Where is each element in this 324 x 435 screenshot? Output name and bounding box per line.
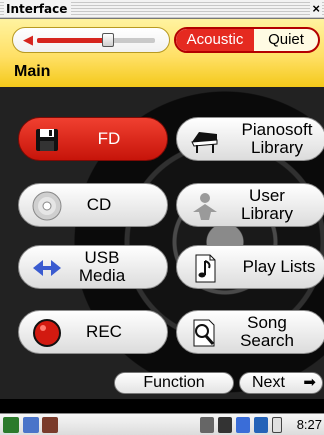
grand-piano-icon [191, 132, 218, 153]
network-icon[interactable] [200, 417, 214, 433]
taskbar: 8:27 [0, 413, 324, 435]
main-panel: FD Pianosoft Library CD User Library USB… [0, 87, 324, 399]
sd-tray-icon[interactable] [254, 417, 268, 433]
app-icon-1[interactable] [23, 417, 39, 433]
mode-quiet-button[interactable]: Quiet [254, 29, 318, 51]
cd-icon [32, 191, 62, 221]
speaker-tray-icon[interactable] [218, 417, 232, 433]
mode-acoustic-button[interactable]: Acoustic [176, 29, 254, 51]
song-label-line2: Search [240, 331, 294, 350]
volume-slider[interactable]: ◀ [12, 27, 170, 53]
title-bar: Interface × [0, 0, 324, 19]
volume-knob[interactable] [101, 33, 114, 47]
user-label-line2: Library [241, 204, 293, 223]
start-icon[interactable] [3, 417, 19, 433]
fd-label: FD [97, 129, 121, 148]
usb-media-button[interactable]: USB Media [18, 245, 168, 289]
magnifier-music-icon [193, 319, 215, 347]
function-label: Function [143, 374, 205, 391]
usb-label-line1: USB [84, 248, 120, 267]
header: ◀ Acoustic Quiet Main [0, 19, 324, 87]
floppy-disk-icon [36, 129, 58, 151]
window-title: Interface [4, 2, 72, 16]
keyboard-tray-icon[interactable] [236, 417, 250, 433]
close-icon[interactable]: × [310, 1, 322, 16]
function-button[interactable]: Function [114, 372, 234, 394]
speaker-icon: ◀ [23, 32, 33, 47]
clock: 8:27 [296, 417, 322, 432]
rec-button[interactable]: REC [18, 310, 168, 354]
volume-track[interactable] [37, 33, 155, 47]
record-icon [33, 319, 61, 347]
pianosoft-library-button[interactable]: Pianosoft Library [176, 117, 324, 161]
song-search-button[interactable]: Song Search [176, 310, 324, 354]
user-label-line1: User [249, 186, 285, 205]
app-icon-2[interactable] [42, 417, 58, 433]
next-label: Next [252, 374, 285, 391]
user-library-button[interactable]: User Library [176, 183, 324, 227]
playlists-label: Play Lists [242, 257, 316, 276]
volume-fill [37, 38, 108, 43]
cd-button[interactable]: CD [18, 183, 168, 227]
arrow-right-icon: ➡ [303, 374, 316, 391]
usb-label-line2: Media [78, 266, 126, 285]
pianosoft-label-line2: Library [251, 138, 303, 157]
play-lists-button[interactable]: Play Lists [176, 245, 324, 289]
document-music-icon [195, 254, 216, 283]
usb-arrows-icon [33, 260, 61, 276]
section-label: Main [14, 63, 51, 80]
user-icon [193, 193, 217, 220]
battery-icon [272, 417, 282, 433]
fd-button[interactable]: FD [18, 117, 168, 161]
cd-label: CD [86, 195, 112, 214]
next-button[interactable]: Next ➡ [239, 372, 323, 394]
song-label-line1: Song [247, 313, 287, 332]
pianosoft-label-line1: Pianosoft [241, 120, 313, 139]
rec-label: REC [86, 322, 122, 341]
mode-toggle[interactable]: Acoustic Quiet [174, 27, 320, 53]
